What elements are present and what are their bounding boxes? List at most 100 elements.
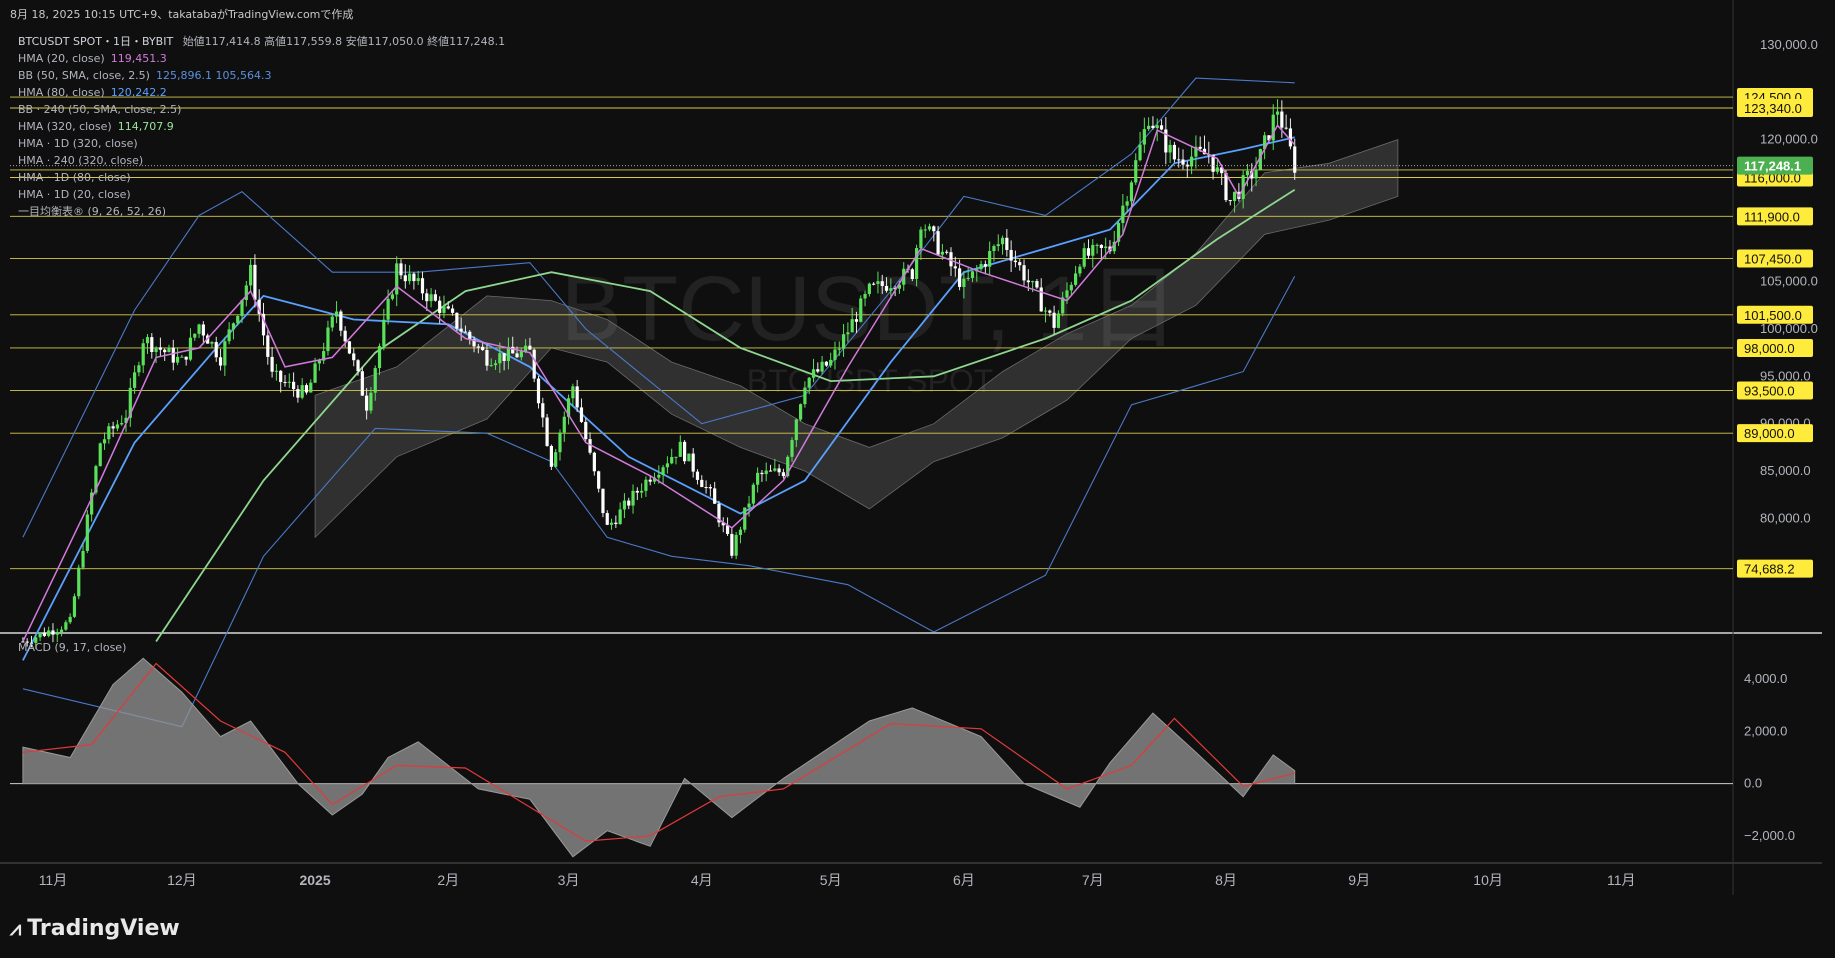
candle-body <box>446 306 450 309</box>
candle-body <box>927 226 932 230</box>
time-tick-label: 8月 <box>1215 872 1237 888</box>
candle-body <box>614 522 618 525</box>
indicator-row[interactable]: HMA · 240 (320, close) <box>18 152 505 169</box>
candle-body <box>369 392 373 411</box>
candle-body <box>970 271 975 278</box>
level-label-text: 98,000.0 <box>1744 341 1795 356</box>
indicator-row[interactable]: BB (50, SMA, close, 2.5) 125,896.1 105,56… <box>18 67 505 84</box>
candle-body <box>304 385 309 393</box>
candle-body <box>98 443 102 467</box>
candle-body <box>1215 167 1219 172</box>
candle-body <box>1181 159 1185 165</box>
candle-body <box>343 330 347 342</box>
candle-body <box>386 298 390 320</box>
candle-body <box>618 509 622 525</box>
candle-body <box>811 369 816 378</box>
candle-body <box>59 629 64 633</box>
candle-body <box>55 632 59 635</box>
macd-legend[interactable]: MACD (9, 17, close) <box>18 641 126 654</box>
candle-body <box>352 353 356 361</box>
indicator-row[interactable]: HMA (20, close) 119,451.3 <box>18 50 505 67</box>
candle-body <box>493 363 498 366</box>
macd-tick-label: 4,000.0 <box>1744 671 1787 686</box>
candle-body <box>631 490 635 506</box>
candle-body <box>781 472 786 477</box>
candle-body <box>528 345 532 350</box>
candle-body <box>227 329 231 342</box>
candle-body <box>872 283 876 285</box>
level-label-text: 101,500.0 <box>1744 308 1802 323</box>
candle-body <box>1232 191 1237 201</box>
indicator-row[interactable]: HMA (320, close) 114,707.9 <box>18 118 505 135</box>
indicator-row[interactable]: HMA · 1D (20, close) <box>18 186 505 203</box>
candle-body <box>1280 111 1284 128</box>
candle-body <box>592 452 596 472</box>
candle-body <box>1078 266 1082 274</box>
time-tick-label: 11月 <box>39 872 68 888</box>
candle-body <box>253 264 257 300</box>
candle-body <box>72 596 77 617</box>
candle-body <box>773 468 777 471</box>
candle-body <box>1052 312 1056 328</box>
candle-body <box>713 488 717 504</box>
candle-body <box>270 356 274 372</box>
candle-body <box>1000 237 1005 245</box>
indicator-row[interactable]: HMA · 1D (80, close) <box>18 169 505 186</box>
candle-body <box>854 319 859 322</box>
candle-body <box>1254 169 1258 179</box>
candle-body <box>249 264 253 286</box>
candle-body <box>38 632 42 638</box>
macd-tick-label: 2,000.0 <box>1744 723 1787 738</box>
candle-body <box>953 266 957 269</box>
candle-body <box>1009 249 1013 261</box>
candle-body <box>171 347 175 363</box>
macd-tick-label: −2,000.0 <box>1744 828 1795 843</box>
candle-body <box>390 294 395 299</box>
candle-body <box>1190 156 1194 167</box>
candle-body <box>1275 111 1280 115</box>
candle-body <box>502 353 506 362</box>
candle-body <box>150 337 154 353</box>
legend-symbol[interactable]: BTCUSDT SPOT・1日・BYBIT 始値117,414.8 高値117,… <box>18 33 505 50</box>
candle-body <box>807 377 811 388</box>
candle-body <box>992 246 996 251</box>
candle-body <box>837 348 841 350</box>
candle-body <box>1138 144 1142 161</box>
level-label-text: 123,340.0 <box>1744 101 1802 116</box>
candle-body <box>266 335 270 357</box>
candle-body <box>794 419 798 441</box>
candle-body <box>236 315 240 324</box>
candle-body <box>820 361 824 372</box>
candle-body <box>1048 310 1052 313</box>
candle-body <box>334 311 339 317</box>
candle-body <box>923 229 927 231</box>
candle-body <box>1245 171 1250 176</box>
candle-body <box>420 278 425 294</box>
indicator-row[interactable]: BB · 240 (50, SMA, close, 2.5) <box>18 101 505 118</box>
level-label-text: 89,000.0 <box>1744 426 1795 441</box>
indicator-row[interactable]: 一目均衡表® (9, 26, 52, 26) <box>18 203 505 220</box>
indicator-row[interactable]: HMA (80, close) 120,242.2 <box>18 84 505 101</box>
candle-body <box>47 630 51 636</box>
candle-body <box>932 226 936 232</box>
candle-body <box>541 403 545 418</box>
candle-body <box>760 472 764 475</box>
symbol-label: BTCUSDT SPOT・1日・BYBIT <box>18 35 174 48</box>
candle-body <box>575 386 579 408</box>
candle-body <box>1082 248 1086 267</box>
candle-body <box>768 470 773 472</box>
candle-body <box>1005 237 1009 250</box>
candle-body <box>133 372 137 388</box>
indicator-row[interactable]: HMA · 1D (320, close) <box>18 135 505 152</box>
candle-body <box>1099 244 1103 249</box>
candle-body <box>747 503 751 508</box>
candle-body <box>957 268 962 287</box>
tradingview-mark-icon: ⩘ <box>10 916 22 940</box>
candle-body <box>803 387 807 405</box>
candle-body <box>450 308 455 313</box>
candle-body <box>743 507 747 530</box>
candle-body <box>627 500 631 506</box>
indicator-label: HMA · 240 (320, close) <box>18 154 144 167</box>
candle-body <box>102 439 107 444</box>
candle-body <box>274 370 278 372</box>
